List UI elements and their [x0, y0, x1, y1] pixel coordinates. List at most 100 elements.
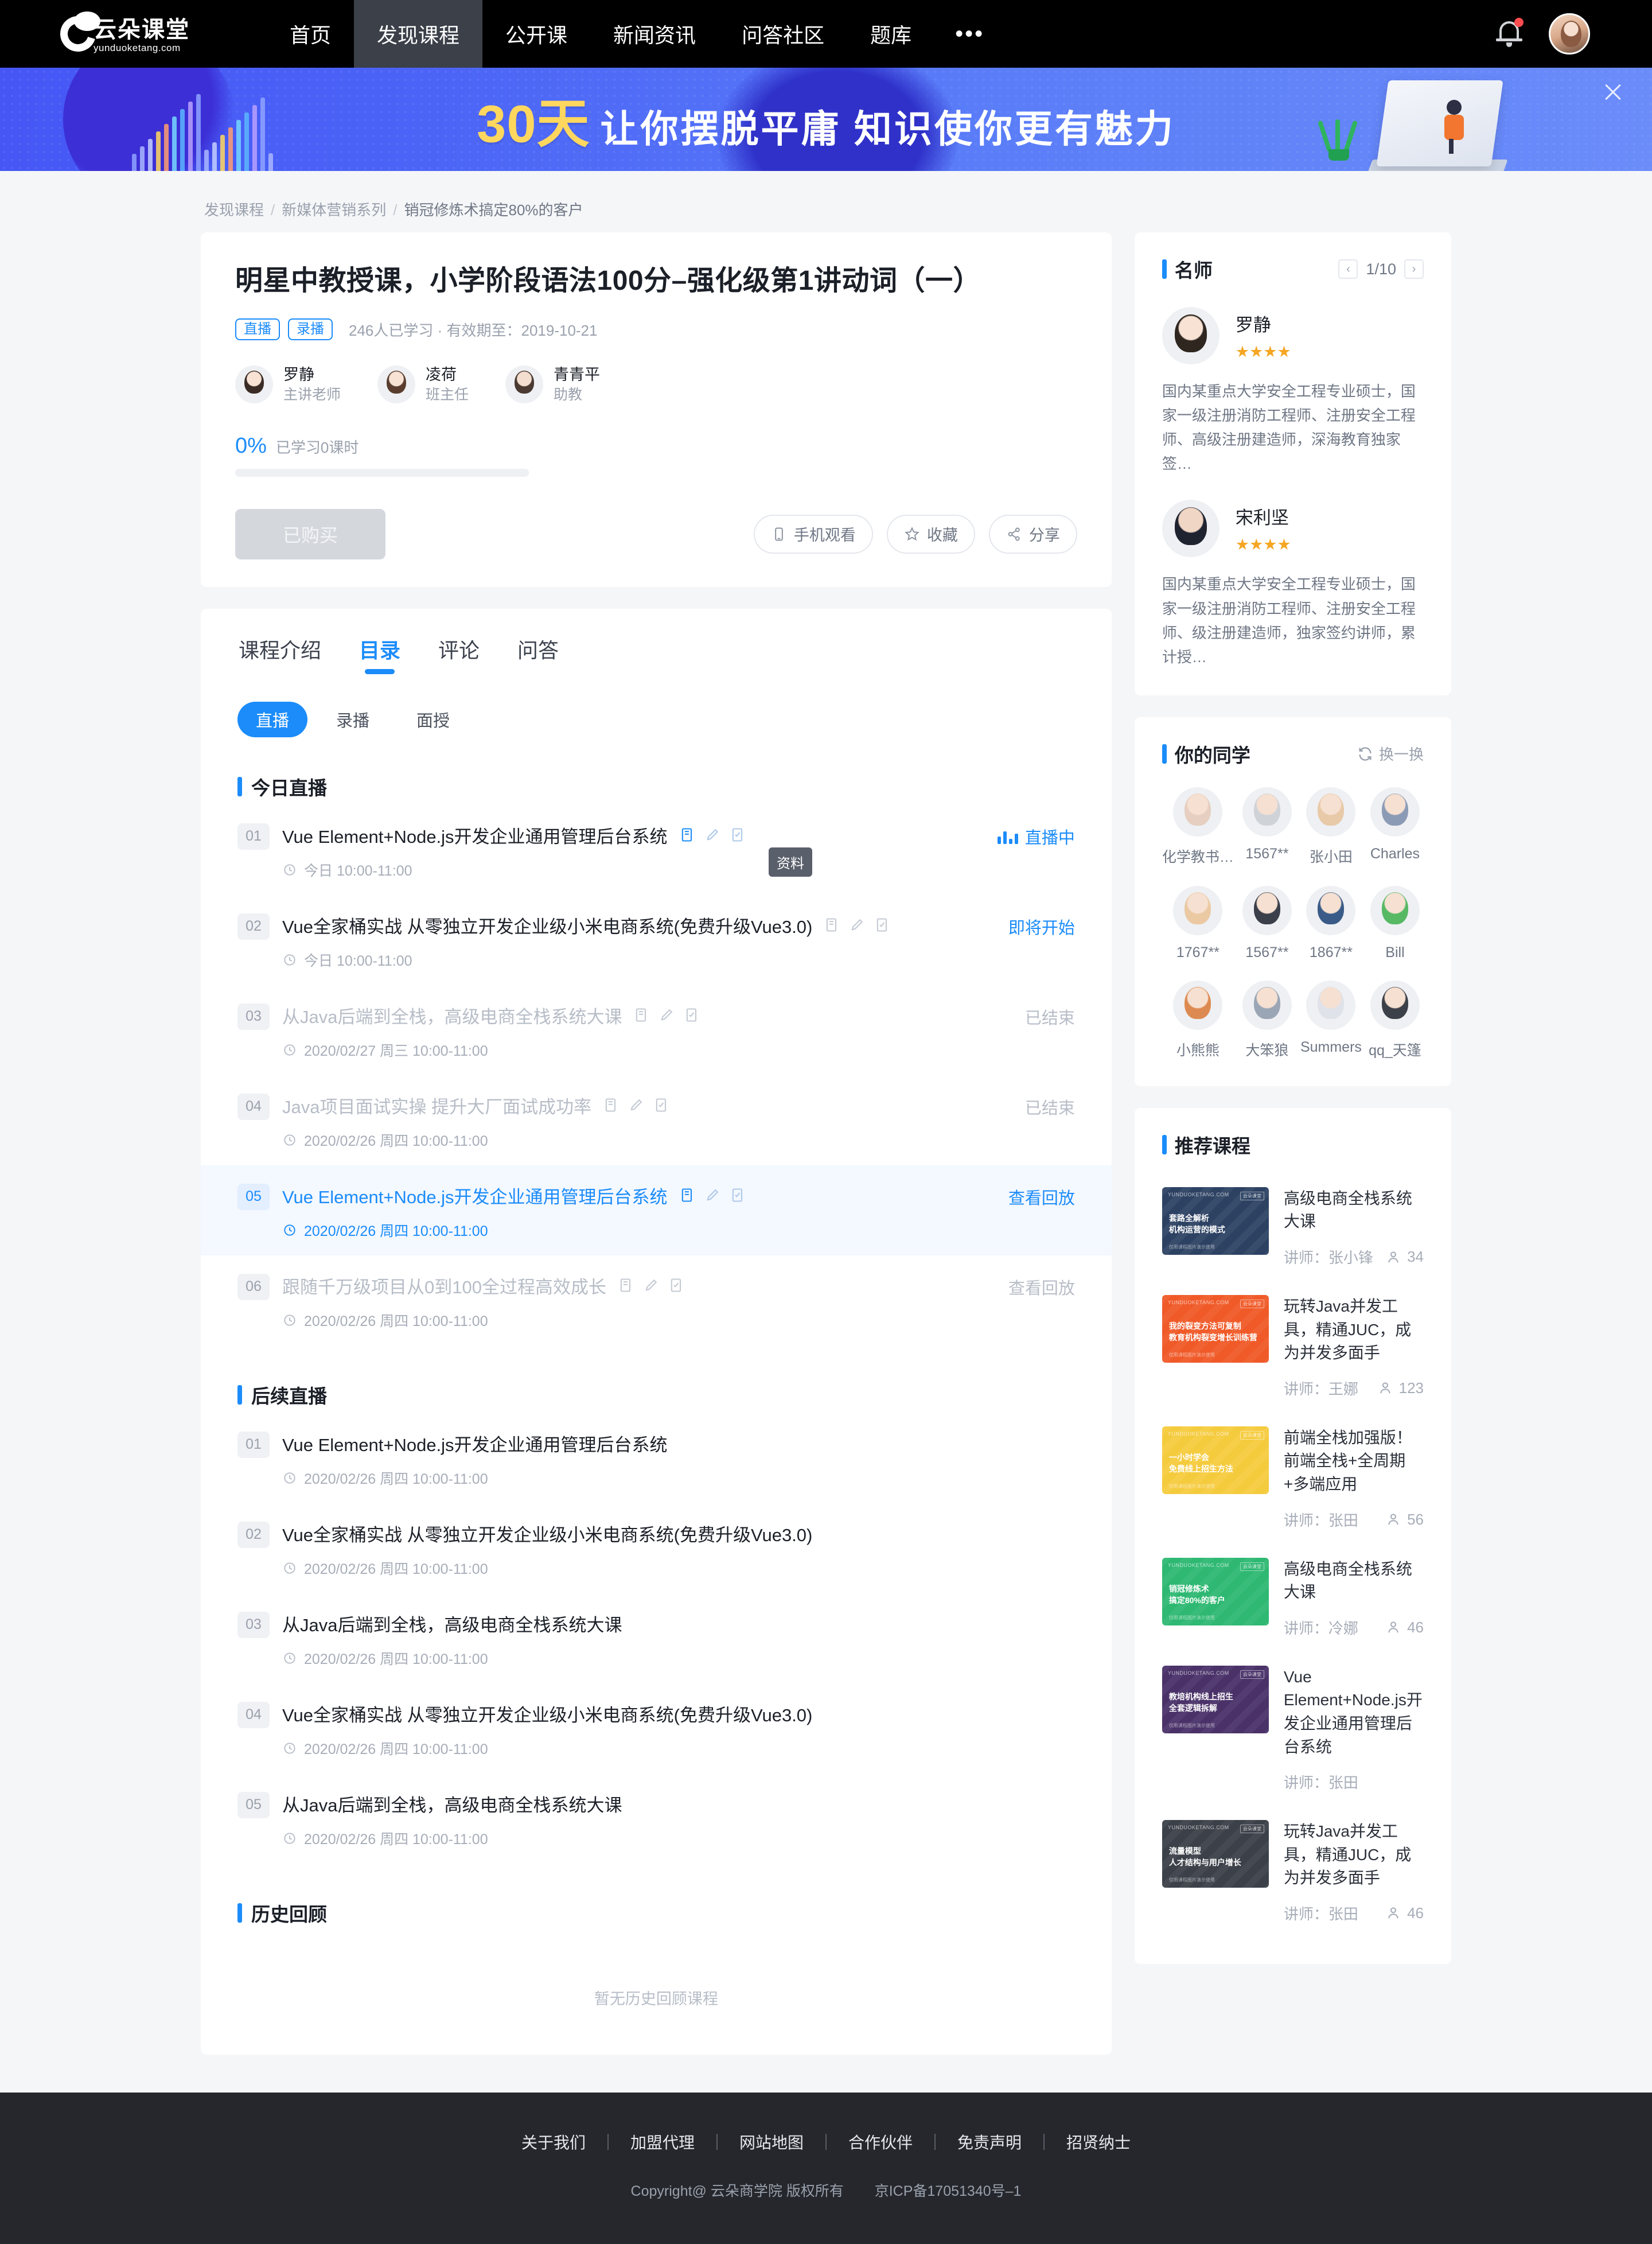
user-avatar[interactable] [1549, 13, 1590, 55]
footer-link-4[interactable]: 免责声明 [936, 2130, 1043, 2153]
lesson-title-row: Java项目面试实操 提升大厂面试成功率 [282, 1092, 1011, 1118]
main-column: 明星中教授课，小学阶段语法100分–强化级第1讲动词（一） 直播 录播 246人已… [201, 232, 1112, 2055]
famous-teacher-1[interactable]: 宋利坚 ★★★★ 国内某重点大学安全工程专业硕士，国家一级注册消防工程师、注册安全工… [1162, 500, 1424, 668]
teacher-0[interactable]: 罗静 主讲老师 [235, 364, 341, 405]
nav-item-5[interactable]: 题库 [847, 0, 934, 68]
nav-item-0[interactable]: 首页 [267, 0, 354, 68]
lesson-status[interactable]: 已结束 [1025, 1002, 1075, 1029]
lesson-title: 跟随千万级项目从0到100全过程高效成长 [282, 1277, 606, 1297]
table-row[interactable]: 02 Vue全家桶实战 从零独立开发企业级小米电商系统(免费升级Vue3.0) 今日… [201, 895, 1112, 985]
site-logo[interactable]: 云朵课堂 yunduoketang.com [54, 0, 227, 68]
nav-item-3[interactable]: 新闻资讯 [590, 0, 719, 68]
famous-teacher-0[interactable]: 罗静 ★★★★ 国内某重点大学安全工程专业硕士，国家一级注册消防工程师、注册安全工程… [1162, 307, 1424, 476]
list-item[interactable]: Bill [1366, 885, 1424, 961]
homework-pencil-icon[interactable] [704, 826, 720, 843]
thumb-line-1: 教培机构线上招生 [1168, 1691, 1233, 1701]
note-icon[interactable] [668, 1277, 684, 1294]
list-item[interactable]: 张小田 [1300, 787, 1362, 866]
course-info: 玩转Java并发工具，精通JUC，成为并发多面手 讲师：张田 46 [1284, 1820, 1424, 1924]
lesson-status[interactable]: 查看回放 [1008, 1183, 1075, 1209]
homework-pencil-icon[interactable] [704, 1187, 720, 1204]
list-item[interactable]: 1567** [1238, 885, 1296, 961]
material-icon[interactable] [824, 916, 840, 934]
note-icon[interactable] [730, 826, 746, 843]
table-row[interactable]: 02 Vue全家桶实战 从零独立开发企业级小米电商系统(免费升级Vue3.0) 20… [201, 1503, 1112, 1593]
list-item[interactable]: YUNDUOKETANG.COM 云朵课堂 一小时学会 免费线上招生方法 仅限课程图片演… [1162, 1413, 1424, 1544]
breadcrumb-item-2[interactable]: 销冠修炼术搞定80%的客户 [404, 201, 583, 219]
nav-item-1[interactable]: 发现课程 [354, 0, 483, 68]
footer-link-5[interactable]: 招贤纳士 [1045, 2130, 1152, 2153]
lesson-status[interactable]: 已结束 [1025, 1092, 1075, 1119]
list-item[interactable]: Charles [1366, 787, 1424, 866]
list-item[interactable]: qq_天篷 [1366, 980, 1424, 1060]
homework-pencil-icon[interactable] [643, 1277, 659, 1294]
teacher-1[interactable]: 凌荷 班主任 [377, 364, 469, 405]
footer-link-0[interactable]: 关于我们 [500, 2130, 607, 2153]
action-分享[interactable]: 分享 [988, 514, 1077, 554]
list-item[interactable]: YUNDUOKETANG.COM 云朵课堂 销冠修炼术 搞定80%的客户 仅限课程图片演… [1162, 1544, 1424, 1652]
table-row[interactable]: 06 跟随千万级项目从0到100全过程高效成长 2020/02/26 周四 10:0… [201, 1255, 1112, 1345]
nav-item-4[interactable]: 问答社区 [719, 0, 847, 68]
tab-0[interactable]: 课程介绍 [239, 634, 321, 674]
table-row[interactable]: 04 Java项目面试实操 提升大厂面试成功率 2020/02/26 周四 10:0… [201, 1075, 1112, 1165]
breadcrumb-item-1[interactable]: 新媒体营销系列 [282, 201, 386, 219]
subtab-1[interactable]: 录播 [318, 702, 388, 737]
material-icon[interactable] [679, 826, 695, 843]
table-row[interactable]: 01 Vue Element+Node.js开发企业通用管理后台系统 今日 10:0… [201, 805, 1112, 895]
notification-bell-icon[interactable] [1495, 18, 1525, 50]
table-row[interactable]: 03 从Java后端到全栈，高级电商全栈系统大课 2020/02/26 周四 10:… [201, 1593, 1112, 1683]
homework-pencil-icon[interactable] [628, 1096, 644, 1114]
lesson-status[interactable]: 即将开始 [1008, 912, 1075, 939]
material-icon[interactable] [679, 1187, 695, 1204]
action-手机观看[interactable]: 手机观看 [753, 514, 873, 554]
list-item[interactable]: 1567** [1238, 787, 1296, 866]
lesson-status[interactable]: 直播中 [997, 822, 1075, 849]
table-row[interactable]: 03 从Java后端到全栈，高级电商全栈系统大课 2020/02/27 周三 10:… [201, 985, 1112, 1075]
footer-link-1[interactable]: 加盟代理 [609, 2130, 716, 2153]
table-row[interactable]: 01 Vue Element+Node.js开发企业通用管理后台系统 2020/02… [201, 1413, 1112, 1503]
lesson-status[interactable]: 查看回放 [1008, 1273, 1075, 1299]
list-item[interactable]: YUNDUOKETANG.COM 云朵课堂 教培机构线上招生 全套逻辑拆解 仅限课程图片… [1162, 1652, 1424, 1806]
list-item[interactable]: 1867** [1300, 885, 1362, 961]
nav-item-2[interactable]: 公开课 [482, 0, 590, 68]
tab-3[interactable]: 问答 [517, 634, 559, 674]
table-row[interactable]: 05 从Java后端到全栈，高级电商全栈系统大课 2020/02/26 周四 10:… [201, 1774, 1112, 1864]
note-icon[interactable] [874, 916, 890, 934]
breadcrumb-item-0[interactable]: 发现课程 [204, 201, 264, 219]
material-icon[interactable] [618, 1277, 634, 1294]
tab-1[interactable]: 目录 [359, 634, 400, 674]
promo-banner[interactable]: 30天 让你摆脱平庸 知识使你更有魅力 [0, 68, 1652, 171]
footer-link-3[interactable]: 合作伙伴 [827, 2130, 934, 2153]
close-icon[interactable] [1602, 80, 1624, 103]
teacher-2[interactable]: 青青平 助教 [505, 364, 600, 405]
nav-more-button[interactable]: ••• [934, 0, 1005, 68]
next-page-button[interactable]: › [1404, 259, 1424, 279]
list-item[interactable]: Summers [1300, 980, 1362, 1060]
list-item[interactable]: YUNDUOKETANG.COM 云朵课堂 流量模型 人才结构与用户增长 仅限课程图片演… [1162, 1806, 1424, 1938]
material-icon[interactable] [603, 1096, 619, 1114]
note-icon[interactable] [730, 1187, 746, 1204]
list-item[interactable]: 化学教书… [1162, 787, 1234, 866]
refresh-classmates-button[interactable]: 换一换 [1357, 743, 1424, 764]
homework-pencil-icon[interactable] [849, 916, 865, 934]
material-icon[interactable] [633, 1006, 649, 1024]
homework-pencil-icon[interactable] [659, 1006, 675, 1024]
subtab-2[interactable]: 面授 [398, 702, 468, 737]
footer-link-2[interactable]: 网站地图 [718, 2130, 825, 2153]
subtab-0[interactable]: 直播 [237, 701, 308, 737]
note-icon[interactable] [684, 1006, 700, 1024]
course-meta: 讲师：王娜 123 [1284, 1378, 1424, 1399]
list-item[interactable]: YUNDUOKETANG.COM 云朵课堂 套路全解析 机构运营的模式 仅限课程图片演示… [1162, 1173, 1424, 1281]
list-item[interactable]: 大笨狼 [1238, 980, 1296, 1060]
note-icon[interactable] [653, 1096, 669, 1114]
action-收藏[interactable]: 收藏 [886, 514, 975, 554]
prev-page-button[interactable]: ‹ [1338, 259, 1358, 279]
table-row[interactable]: 05 Vue Element+Node.js开发企业通用管理后台系统 2020/02… [201, 1165, 1112, 1255]
purchased-button[interactable]: 已购买 [235, 508, 385, 559]
list-item[interactable]: 1767** [1162, 885, 1234, 961]
table-row[interactable]: 04 Vue全家桶实战 从零独立开发企业级小米电商系统(免费升级Vue3.0) 20… [201, 1683, 1112, 1774]
list-item[interactable]: YUNDUOKETANG.COM 云朵课堂 我的裂变方法可复制 教育机构裂变增长训练营… [1162, 1281, 1424, 1413]
list-item[interactable]: 小熊熊 [1162, 980, 1234, 1060]
lesson-time: 2020/02/26 周四 10:00-11:00 [304, 1471, 488, 1487]
tab-2[interactable]: 评论 [438, 634, 480, 674]
